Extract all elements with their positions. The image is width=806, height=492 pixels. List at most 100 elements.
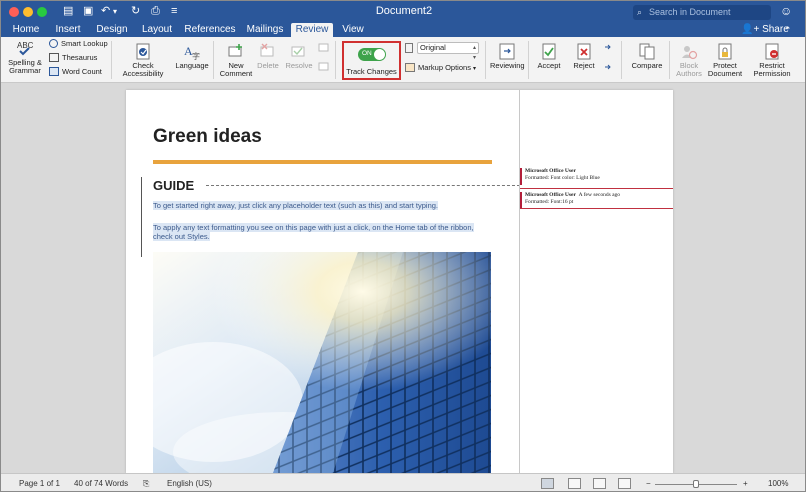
tab-mailings[interactable]: Mailings [245,23,285,37]
track-changes-button[interactable]: ON Track Changes [342,41,401,80]
document-title-heading[interactable]: Green ideas [153,126,262,148]
reject-button[interactable]: Reject [569,43,599,70]
accept-button[interactable]: Accept [534,43,564,70]
delete-comment-button[interactable]: Delete [253,43,283,70]
protect-document-button[interactable]: Protect Document [707,43,743,78]
next-change-button[interactable] [601,41,615,77]
tab-insert[interactable]: Insert [51,23,85,37]
block-authors-label: Block Authors [676,61,702,78]
print-layout-view-icon[interactable] [541,478,554,489]
svg-text:ABC: ABC [17,41,34,50]
accept-label: Accept [537,61,561,70]
restrict-permission-icon [765,43,779,60]
proofing-icon[interactable]: ⎘ [143,479,149,489]
revision-author: Microsoft Office User [525,192,576,198]
building-photo[interactable] [153,252,491,473]
revision-detail: Formatted: Font color: Light Blue [525,174,600,181]
tab-view[interactable]: View [339,23,367,37]
word-window: ▤ ▣ ↶ ▾ ↻ ⎙ ≡ Document2 ⌕ Search in Docu… [0,0,806,492]
ribbon-tabs: Home Insert Design Layout References Mai… [1,23,805,37]
compare-icon [639,43,655,60]
language-icon: A字 [184,44,200,60]
language-status[interactable]: English (US) [167,479,212,489]
paragraph-2[interactable]: To apply any text formatting you see on … [153,223,474,241]
smart-lookup-icon [49,39,58,48]
paragraph-2-line-1: To apply any text formatting you see on … [153,223,474,232]
check-accessibility-button[interactable]: Check Accessibility [121,43,165,78]
search-placeholder: Search in Document [649,7,731,17]
word-count-status[interactable]: 40 of 74 Words [74,479,128,489]
document-canvas: Green ideas GUIDE To get started right a… [1,83,805,473]
markup-options-button[interactable]: Markup Options ▾ [405,63,476,74]
zoom-level[interactable]: 100% [768,479,788,489]
balloon-separator [520,208,673,209]
toggle-knob [374,49,385,60]
track-changes-toggle[interactable]: ON [358,48,386,61]
spelling-grammar-button[interactable]: ABC Spelling & Grammar [6,40,44,75]
page-count[interactable]: Page 1 of 1 [19,479,60,489]
new-comment-button[interactable]: New Comment [217,43,255,78]
comment-connector [206,185,520,186]
paragraph-2-line-2: check out Styles. [153,232,210,241]
zoom-out-icon[interactable]: − [646,479,651,489]
delete-label: Delete [257,61,279,70]
ribbon-separator [335,41,336,79]
title-bar: ▤ ▣ ↶ ▾ ↻ ⎙ ≡ Document2 ⌕ Search in Docu… [1,1,805,23]
comment-nav-icon [318,43,329,71]
zoom-in-icon[interactable]: + [743,479,748,489]
zoom-slider-knob[interactable] [693,480,699,488]
paragraph-1-text: To get started right away, just click an… [153,201,438,210]
change-bar [141,177,142,257]
document-page[interactable]: Green ideas GUIDE To get started right a… [126,90,673,473]
compare-button[interactable]: Compare [629,43,665,70]
revision-balloon-2[interactable]: Microsoft Office User A few seconds ago … [520,192,673,208]
word-count-button[interactable]: Word Count [49,67,102,77]
revision-detail: Formatted: Font:16 pt [525,198,574,205]
select-arrow-icon: ▴ ▾ [472,45,476,61]
search-input[interactable]: ⌕ Search in Document [633,5,771,20]
outline-view-icon[interactable] [593,478,606,489]
ribbon-separator [213,41,214,79]
revision-time: A few seconds ago [578,192,621,198]
web-layout-view-icon[interactable] [568,478,581,489]
tab-references[interactable]: References [183,23,237,37]
paragraph-1[interactable]: To get started right away, just click an… [153,201,438,210]
word-count-icon [49,67,59,76]
thesaurus-button[interactable]: Thesaurus [49,53,97,63]
previous-comment-button[interactable] [317,41,331,77]
smart-lookup-button[interactable]: Smart Lookup [49,39,108,49]
tab-home[interactable]: Home [9,23,43,37]
lock-icon [718,43,732,60]
language-button[interactable]: A字 Language [173,43,211,70]
compare-label: Compare [631,61,663,70]
ribbon-separator [669,41,670,79]
feedback-smiley-icon[interactable]: ☺ [780,4,792,18]
restrict-permission-label: Restrict Permission [753,61,791,78]
status-bar: Page 1 of 1 40 of 74 Words ⎘ English (US… [1,473,805,491]
reject-icon [577,43,591,60]
reviewing-pane-icon [499,43,515,60]
guide-heading[interactable]: GUIDE [153,178,194,193]
review-ribbon: ABC Spelling & Grammar Smart Lookup Thes… [1,37,805,83]
display-for-review-select[interactable]: Original ▴ ▾ [417,42,479,61]
balloon-separator [520,188,673,189]
protect-document-label: Protect Document [707,61,743,78]
delete-comment-icon [260,43,274,57]
resolve-comment-button[interactable]: Resolve [283,43,315,70]
share-button[interactable]: 👤+ Share [741,23,789,37]
accessibility-icon [136,43,150,60]
ribbon-separator [485,41,486,79]
tab-design[interactable]: Design [93,23,131,37]
revision-bar [520,192,522,208]
language-label: Language [175,61,209,70]
revision-balloon-1[interactable]: Microsoft Office User Formatted: Font co… [520,168,673,185]
tab-layout[interactable]: Layout [139,23,175,37]
tab-review[interactable]: Review [291,23,333,37]
ribbon-separator [528,41,529,79]
focus-view-icon[interactable] [618,478,631,489]
new-comment-label: New Comment [219,61,253,78]
block-authors-button[interactable]: Block Authors [671,43,707,78]
reviewing-pane-button[interactable]: Reviewing [490,43,525,70]
restrict-permission-button[interactable]: Restrict Permission [749,43,795,78]
chevron-up-icon[interactable]: ⌃ [784,23,792,37]
